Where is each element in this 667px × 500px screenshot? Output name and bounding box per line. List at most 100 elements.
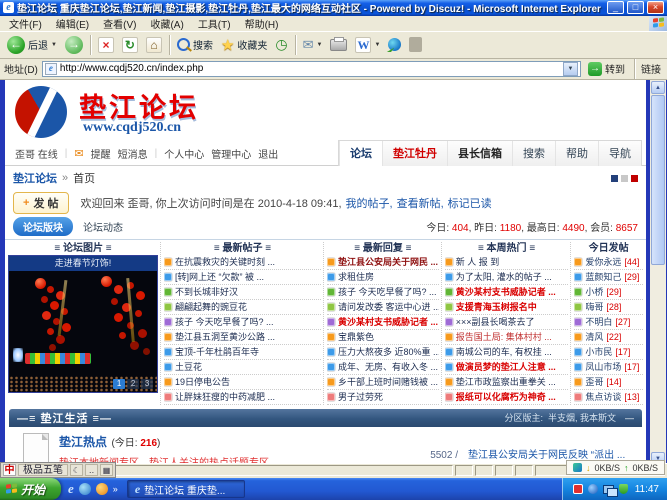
new-reply-item[interactable]: 孩子 今天吃早餐了吗? ... <box>327 285 439 300</box>
home-button[interactable]: ⌂ <box>143 36 165 54</box>
new-post-item[interactable]: 在抗震救灾的关键时刻 ... <box>164 255 321 270</box>
mail-dropdown-icon[interactable]: ▼ <box>317 42 323 48</box>
weekly-hot-item[interactable]: 垫江市政监察出重拳关 ... <box>445 375 569 390</box>
tray-icon-1[interactable] <box>573 484 583 494</box>
new-post-item[interactable]: 翩翩起舞的豌豆花 <box>164 300 321 315</box>
go-button[interactable]: → 转到 <box>585 61 628 76</box>
nav-tab[interactable]: 论坛 <box>339 141 382 166</box>
ime-punctuation-icon[interactable]: ‥ <box>85 464 98 476</box>
back-button[interactable]: ← 后退 ▼ <box>4 35 60 55</box>
slide-page-number[interactable]: 3 <box>141 379 153 389</box>
menu-item[interactable]: 工具(T) <box>191 15 238 32</box>
tray-network-icon[interactable] <box>603 485 614 494</box>
remind-link[interactable]: 提醒 <box>91 146 111 161</box>
new-post-item[interactable]: 让胖妹狂瘦的中药减肥 ... <box>164 390 321 405</box>
weekly-hot-item[interactable]: 南城公司的车, 有权挂 ... <box>445 345 569 360</box>
new-reply-item[interactable]: 男子过劳死 <box>327 390 439 405</box>
weekly-hot-item[interactable]: 做演员梦的垫江人注意 ... <box>445 360 569 375</box>
messages-link[interactable]: 短消息 <box>118 146 148 161</box>
new-post-button[interactable]: + 发 帖 <box>13 192 69 214</box>
welcome-link[interactable]: 标记已读 <box>448 195 492 211</box>
menu-item[interactable]: 收藏(A) <box>143 15 190 32</box>
collapse-icon[interactable]: — <box>621 413 634 423</box>
tray-shield-icon[interactable] <box>619 484 628 494</box>
ime-fullhalf-icon[interactable]: ☾ <box>70 464 83 476</box>
menu-item[interactable]: 文件(F) <box>2 15 49 32</box>
new-post-item[interactable]: 孩子 今天吃早餐了吗? ... <box>164 315 321 330</box>
refresh-button[interactable]: ↻ <box>119 36 141 54</box>
new-reply-item[interactable]: 黄沙某村支书威胁记者 ... <box>327 315 439 330</box>
today-poster-item[interactable]: 歪哥[14] <box>574 375 643 390</box>
new-reply-item[interactable]: 成年、无房、有收入冬 ... <box>327 360 439 375</box>
nav-tab[interactable]: 帮助 <box>555 141 598 166</box>
print-button[interactable] <box>327 38 350 52</box>
slide-page-number[interactable]: 2 <box>127 379 139 389</box>
username-status[interactable]: 歪哥 在线 <box>15 146 58 161</box>
vertical-scrollbar[interactable]: ▲ ▼ <box>650 80 666 464</box>
history-button[interactable]: ◷ <box>272 35 290 54</box>
extra-tool-button[interactable] <box>406 36 425 53</box>
back-dropdown-icon[interactable]: ▼ <box>51 42 57 48</box>
weekly-hot-item[interactable]: 报告国土局: 集体村村 ... <box>445 330 569 345</box>
quick-launch-icon-2[interactable] <box>79 483 91 495</box>
style-square-gray[interactable] <box>621 175 628 182</box>
stop-button[interactable]: × <box>95 36 117 54</box>
ime-language-icon[interactable]: 中 <box>3 464 16 476</box>
close-button[interactable]: × <box>647 1 664 14</box>
nav-tab[interactable]: 垫江牡丹 <box>382 141 447 166</box>
new-post-item[interactable]: 宝顶-千年杜鹃百年寺 <box>164 345 321 360</box>
menu-item[interactable]: 查看(V) <box>96 15 143 32</box>
today-poster-item[interactable]: 清风[22] <box>574 330 643 345</box>
today-poster-item[interactable]: 小桥[29] <box>574 285 643 300</box>
style-square-blue[interactable] <box>611 175 618 182</box>
tray-icon-2[interactable] <box>588 484 598 494</box>
ime-softkeyboard-icon[interactable]: ▦ <box>100 464 113 476</box>
edit-dropdown-icon[interactable]: ▼ <box>374 42 380 48</box>
edit-button[interactable]: W ▼ <box>352 36 383 54</box>
welcome-link[interactable]: 查看新帖, <box>397 195 444 211</box>
menu-item[interactable]: 编辑(E) <box>49 15 96 32</box>
maximize-button[interactable]: □ <box>627 1 644 14</box>
today-poster-item[interactable]: 小市民[17] <box>574 345 643 360</box>
new-reply-item[interactable]: 求租住房 <box>327 270 439 285</box>
today-poster-item[interactable]: 凤山市场[17] <box>574 360 643 375</box>
new-reply-item[interactable]: 宝鼎紫色 <box>327 330 439 345</box>
messenger-button[interactable] <box>385 37 404 52</box>
quick-launch-icon-3[interactable] <box>96 483 108 495</box>
taskbar-window-button[interactable]: e 垫江论坛 重庆垫... <box>127 480 245 498</box>
new-post-item[interactable]: 土豆花 <box>164 360 321 375</box>
new-reply-item[interactable]: 垫江县公安局关于网民 ... <box>327 255 439 270</box>
site-logo-icon[interactable] <box>15 86 67 138</box>
today-poster-item[interactable]: 焦点访谈[13] <box>574 390 643 405</box>
search-button[interactable]: 搜索 <box>174 36 216 53</box>
forum-picture-slide[interactable]: 走进春节灯饰! 123 <box>8 255 158 393</box>
today-poster-item[interactable]: 嗨哥[28] <box>574 300 643 315</box>
links-menu[interactable]: 链接 <box>641 61 663 76</box>
address-input[interactable]: e http://www.cqdj520.cn/index.php ▼ <box>42 61 581 77</box>
ime-name-button[interactable]: 极品五笔 <box>18 464 68 476</box>
address-dropdown-icon[interactable]: ▼ <box>563 62 578 76</box>
quick-launch-ie-icon[interactable]: e <box>68 481 74 497</box>
weekly-hot-item[interactable]: 为了太阳, 灌水的帖子 ... <box>445 270 569 285</box>
weekly-hot-item[interactable]: 黄沙某村支书威胁记者 ... <box>445 285 569 300</box>
today-poster-item[interactable]: 不明白[27] <box>574 315 643 330</box>
moderators-names[interactable]: 半支烟, 我本斯文 <box>548 411 616 424</box>
quick-launch-overflow-icon[interactable]: » <box>113 484 118 494</box>
new-post-item[interactable]: 垫江县五洞至黄沙公路 ... <box>164 330 321 345</box>
welcome-link[interactable]: 我的帖子, <box>346 195 393 211</box>
forum-name-link[interactable]: 垫江热点 <box>59 435 107 449</box>
tab-forum-activity[interactable]: 论坛动态 <box>83 219 123 234</box>
style-square-red[interactable] <box>631 175 638 182</box>
mail-button[interactable]: ✉ ▼ <box>300 36 326 54</box>
new-reply-item[interactable]: 压力大熬夜多 近80%重 ... <box>327 345 439 360</box>
today-poster-item[interactable]: 爱你永远[44] <box>574 255 643 270</box>
new-post-item[interactable]: 19日停电公告 <box>164 375 321 390</box>
scrollbar-thumb[interactable] <box>651 95 665 265</box>
new-reply-item[interactable]: 请问发改委 客运中心进 ... <box>327 300 439 315</box>
menu-item[interactable]: 帮助(H) <box>238 15 286 32</box>
nav-tab[interactable]: 搜索 <box>512 141 555 166</box>
scroll-up-icon[interactable]: ▲ <box>651 81 665 94</box>
weekly-hot-item[interactable]: ×××副县长喝茶去了 <box>445 315 569 330</box>
slide-page-number[interactable]: 1 <box>113 379 125 389</box>
start-button[interactable]: 开始 <box>0 478 61 500</box>
